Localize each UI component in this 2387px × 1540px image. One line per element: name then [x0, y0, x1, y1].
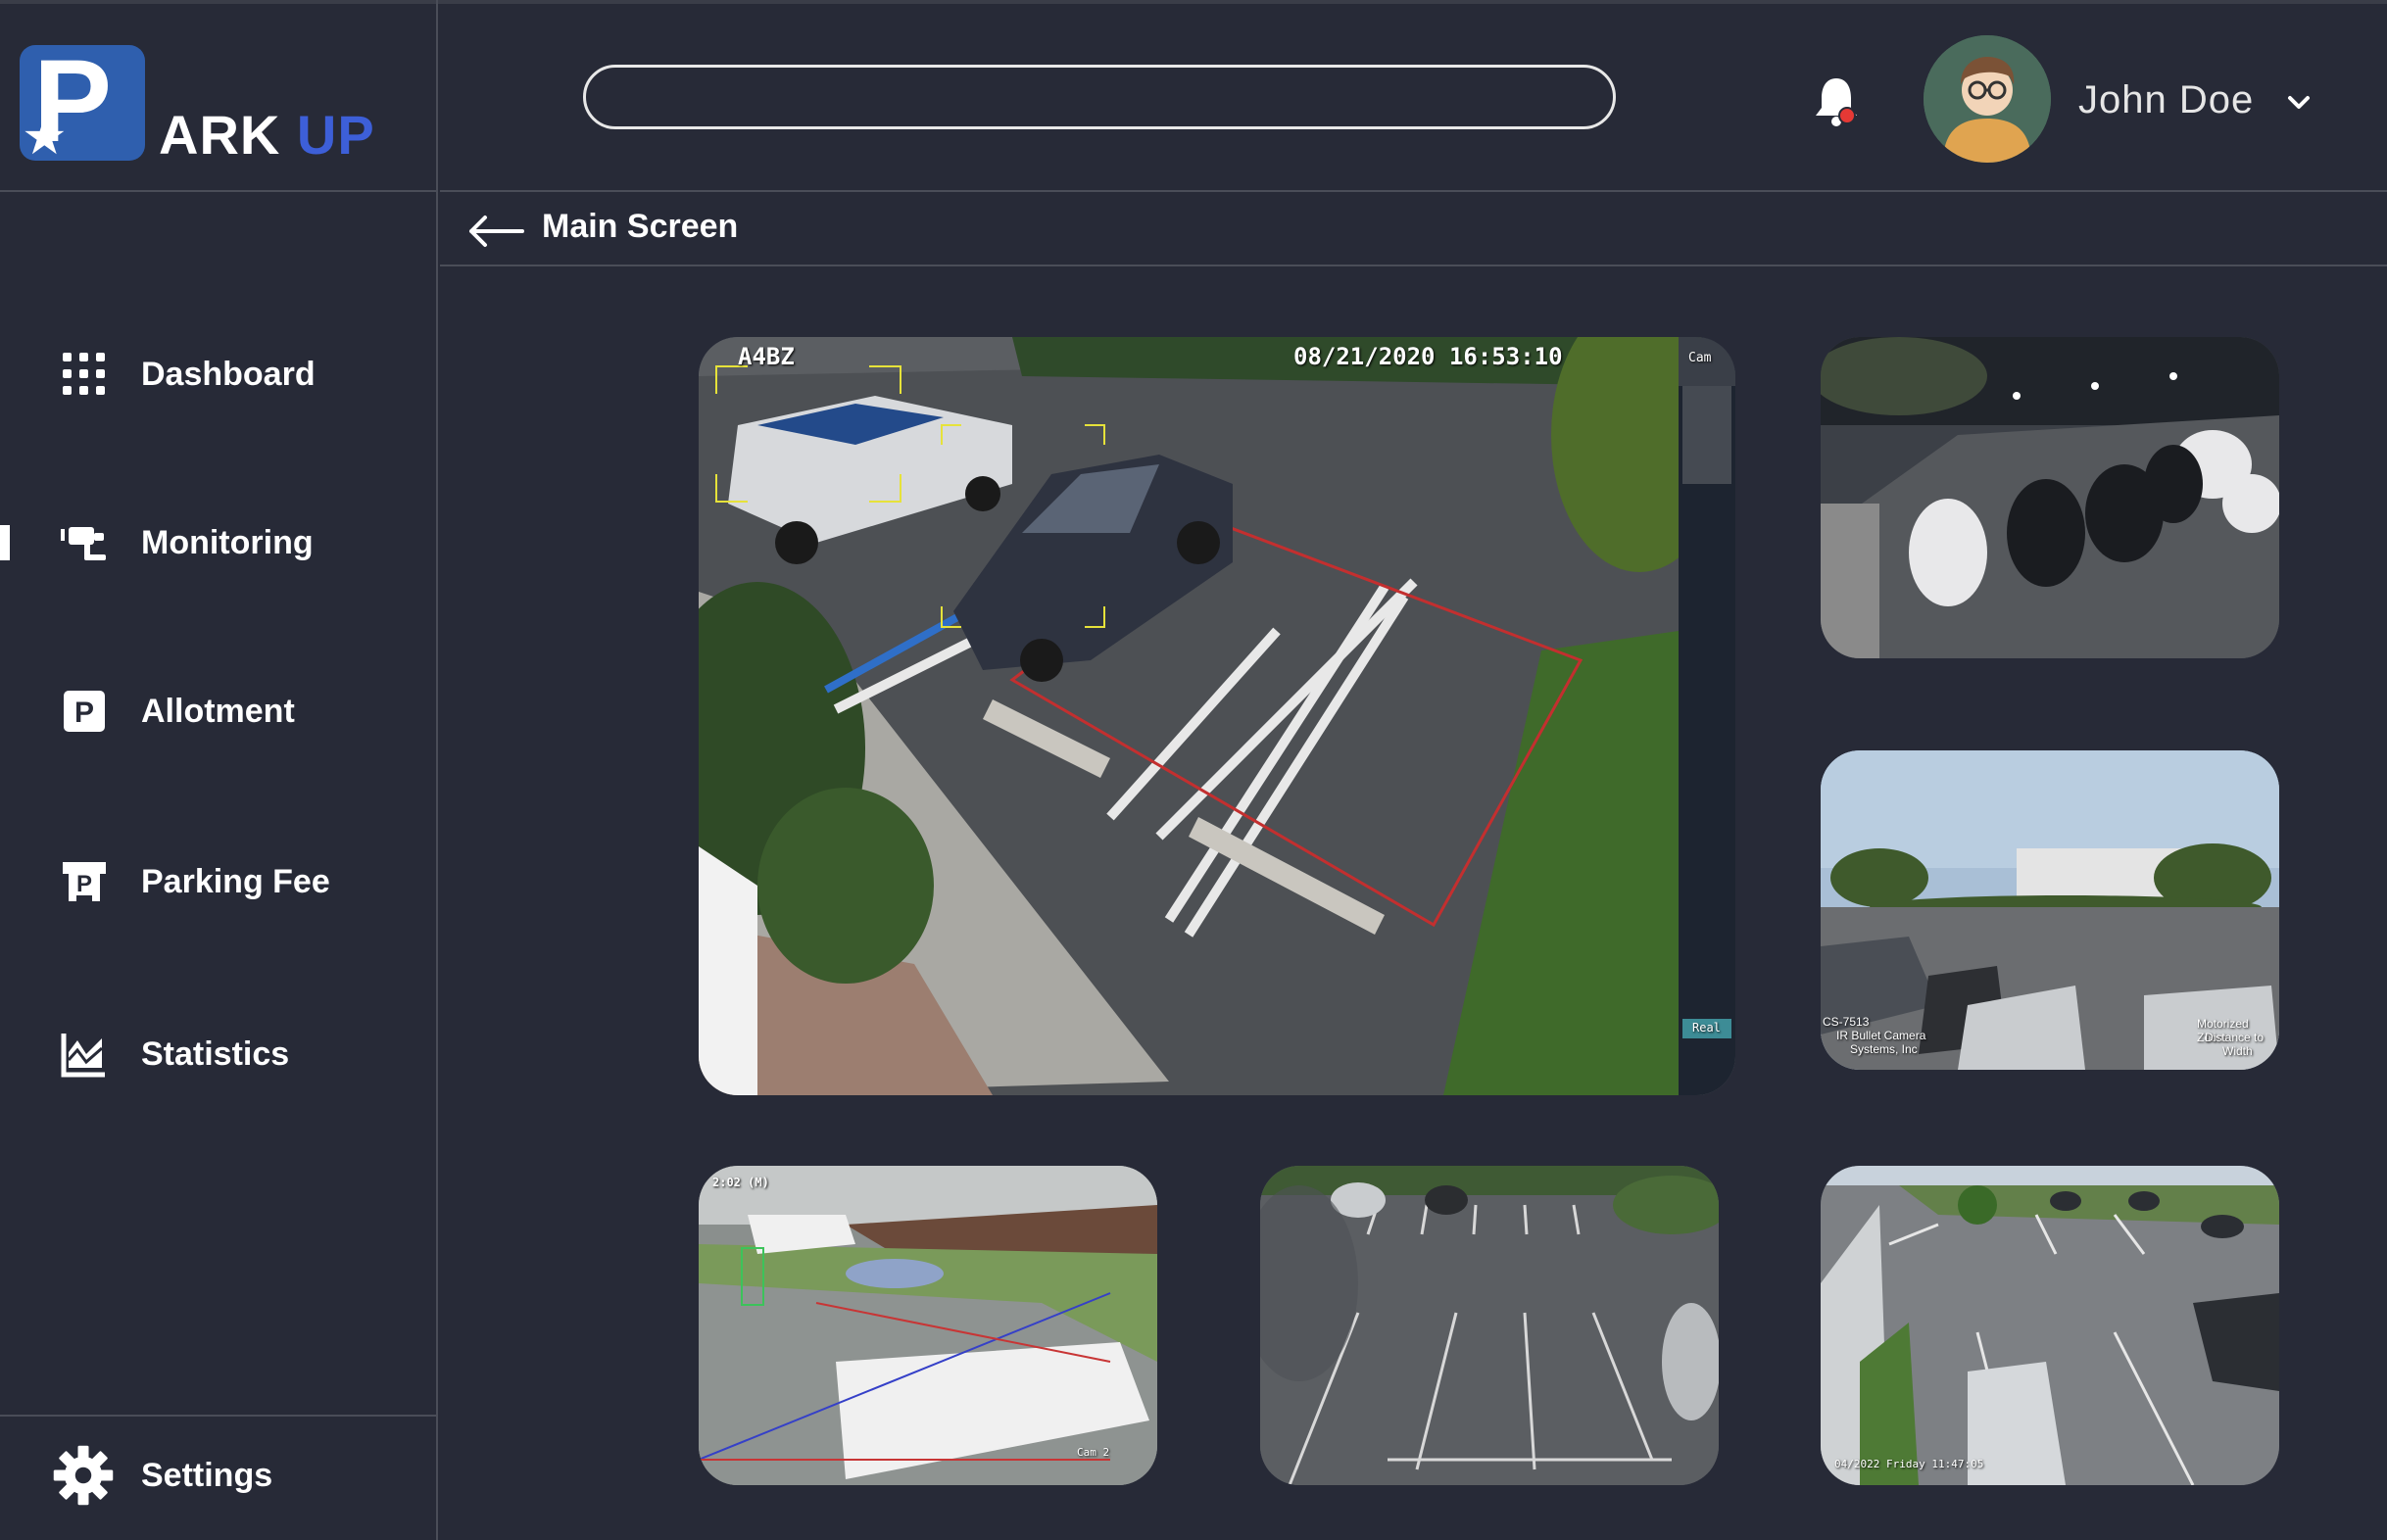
search-input[interactable] [583, 65, 1616, 129]
camera-id-label: A4BZ [738, 343, 795, 370]
avatar[interactable] [1924, 35, 2051, 163]
top-header: John Doe [440, 0, 2387, 192]
chart-area-icon [61, 1034, 105, 1078]
camera-feed-6[interactable]: 04/2022 Friday 11:47:05 [1821, 1166, 2279, 1485]
svg-text:P: P [76, 871, 92, 897]
sidebar-item-parking-fee[interactable]: P Parking Fee [0, 842, 436, 921]
logo-text-part1: ARK [159, 104, 281, 166]
sidebar-item-label: Monitoring [141, 523, 314, 561]
camera-overlay-company: Systems, Inc [1850, 1042, 1918, 1056]
camera-feed-5[interactable] [1260, 1166, 1719, 1485]
camera-6-image [1821, 1166, 2279, 1485]
camera-4-image [699, 1166, 1157, 1485]
star-icon: ★ [22, 109, 68, 161]
logo-text: ARK UP [159, 106, 375, 165]
camera-side-label: Cam [1688, 351, 1712, 365]
camera-main-image [699, 337, 1735, 1095]
sidebar: P ★ ARK UP Dashboard Monitoring P Allotm… [0, 0, 438, 1540]
camera-feed-main[interactable]: A4BZ 08/21/2020 16:53:10 Cam Real [699, 337, 1735, 1095]
parking-sign-icon: P [64, 691, 105, 732]
settings-button[interactable]: Settings [0, 1436, 436, 1515]
camera-overlay-model: CS-7513 [1823, 1015, 1870, 1029]
sidebar-item-label: Allotment [141, 692, 295, 730]
camera-overlay-type: IR Bullet Camera [1836, 1029, 1926, 1042]
camera-feed-2[interactable] [1821, 337, 2279, 658]
camera-feed-3[interactable]: CS-7513 IR Bullet Camera Systems, Inc Mo… [1821, 750, 2279, 1070]
brand-logo[interactable]: P ★ ARK UP [0, 0, 436, 192]
notification-bell-icon[interactable] [1812, 74, 1861, 129]
sidebar-item-statistics[interactable]: Statistics [0, 1015, 436, 1093]
settings-label: Settings [141, 1456, 273, 1494]
camera-4-timestamp: 2:02 (M) [712, 1176, 769, 1189]
parking-ticket-icon: P [63, 862, 106, 901]
camera-6-timestamp: 04/2022 Friday 11:47:05 [1834, 1458, 1984, 1470]
camera-4-label: Cam 2 [1077, 1446, 1110, 1459]
user-name[interactable]: John Doe [2078, 78, 2254, 122]
camera-5-image [1260, 1166, 1719, 1485]
sidebar-item-dashboard[interactable]: Dashboard [0, 335, 436, 413]
gear-icon [53, 1445, 114, 1506]
cctv-camera-icon [61, 527, 106, 560]
logo-text-part2: UP [296, 104, 375, 166]
sidebar-item-label: Dashboard [141, 355, 316, 393]
camera-timestamp: 08/21/2020 16:53:10 [1293, 343, 1563, 370]
chevron-down-icon[interactable] [2284, 88, 2314, 118]
page-title: Main Screen [542, 208, 739, 245]
logo-badge: P ★ [20, 45, 145, 161]
camera-overlay-distance: Distance to [2205, 1031, 2265, 1044]
grid-icon [63, 353, 105, 395]
camera-2-image [1821, 337, 2279, 658]
camera-overlay-width: Width [2222, 1044, 2253, 1058]
breadcrumb: Main Screen [440, 194, 2387, 266]
sidebar-item-label: Parking Fee [141, 862, 330, 900]
settings-section: Settings [0, 1415, 436, 1540]
camera-feed-4[interactable]: 2:02 (M) Cam 2 [699, 1166, 1157, 1485]
sidebar-item-allotment[interactable]: P Allotment [0, 672, 436, 750]
camera-side-status: Real [1692, 1021, 1721, 1035]
svg-text:P: P [74, 697, 94, 729]
arrow-left-icon[interactable] [465, 212, 526, 251]
sidebar-item-monitoring[interactable]: Monitoring [0, 504, 436, 582]
sidebar-item-label: Statistics [141, 1035, 290, 1073]
